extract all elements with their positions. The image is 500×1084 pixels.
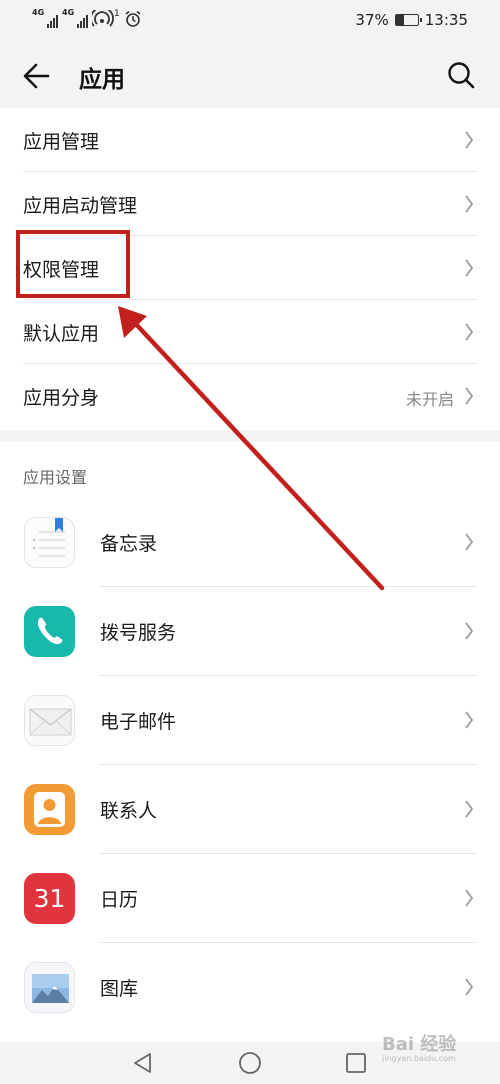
app-settings-list: 应用设置 备忘录 拨号服务 电子邮件 联系人 31 日历 图库 xyxy=(0,442,500,1042)
hotspot-count: 1 xyxy=(114,9,120,19)
menu-item-app-twin[interactable]: 应用分身 未开启 xyxy=(0,364,500,428)
signal-icon: 4G xyxy=(32,8,58,28)
chevron-right-icon xyxy=(465,622,474,640)
chevron-right-icon xyxy=(465,978,474,996)
menu-item-label: 应用分身 xyxy=(23,387,100,409)
app-name: 备忘录 xyxy=(100,533,158,555)
watermark-text: Bai 经验 xyxy=(382,1034,457,1055)
chevron-right-icon xyxy=(465,889,474,907)
network-type-label: 4G xyxy=(32,8,45,17)
menu-item-default-apps[interactable]: 默认应用 xyxy=(0,300,500,364)
watermark: Bai 经验 jingyan.baidu.com xyxy=(382,1030,456,1063)
chevron-right-icon xyxy=(465,195,474,213)
gallery-icon xyxy=(24,962,75,1013)
contact-icon xyxy=(24,784,75,835)
status-bar: 4G 4G 1 37% 13:35 xyxy=(0,0,500,42)
battery-icon xyxy=(394,14,422,26)
app-row-calendar[interactable]: 31 日历 xyxy=(0,854,500,943)
app-row-gallery[interactable]: 图库 xyxy=(0,943,500,1032)
menu-item-startup-management[interactable]: 应用启动管理 xyxy=(0,172,500,236)
app-row-contacts[interactable]: 联系人 xyxy=(0,765,500,854)
app-name: 电子邮件 xyxy=(100,711,177,733)
phone-icon xyxy=(24,606,75,657)
envelope-icon xyxy=(24,695,75,746)
app-name: 图库 xyxy=(100,978,139,1000)
signal-icon-2: 4G xyxy=(62,8,88,28)
app-row-email[interactable]: 电子邮件 xyxy=(0,676,500,765)
highlight-box xyxy=(16,230,130,298)
page-title: 应用 xyxy=(79,67,125,93)
chevron-right-icon xyxy=(465,387,474,405)
section-header: 应用设置 xyxy=(23,468,88,487)
chevron-right-icon xyxy=(465,131,474,149)
chevron-right-icon xyxy=(465,323,474,341)
app-name: 拨号服务 xyxy=(100,622,177,644)
clock: 13:35 xyxy=(424,11,468,29)
app-row-phone[interactable]: 拨号服务 xyxy=(0,587,500,676)
app-row-notepad[interactable]: 备忘录 xyxy=(0,498,500,587)
menu-item-label: 默认应用 xyxy=(23,323,100,345)
calendar-icon: 31 xyxy=(24,873,75,924)
search-button[interactable] xyxy=(442,56,482,96)
chevron-right-icon xyxy=(465,800,474,818)
square-recents-icon xyxy=(346,1053,366,1073)
menu-item-label: 应用启动管理 xyxy=(23,195,138,217)
chevron-right-icon xyxy=(465,533,474,551)
chevron-right-icon xyxy=(465,711,474,729)
menu-item-app-management[interactable]: 应用管理 xyxy=(0,108,500,172)
search-icon xyxy=(448,62,475,89)
hotspot-icon xyxy=(92,10,114,27)
alarm-icon xyxy=(125,10,141,27)
chevron-right-icon xyxy=(465,259,474,277)
nav-back-button[interactable] xyxy=(128,1048,158,1078)
notepad-icon xyxy=(24,517,75,568)
status-icons-left: 4G 4G 1 xyxy=(32,8,142,28)
back-button[interactable] xyxy=(18,56,58,96)
menu-item-status: 未开启 xyxy=(405,390,454,409)
menu-item-label: 应用管理 xyxy=(23,131,100,153)
nav-recents-button[interactable] xyxy=(341,1048,371,1078)
app-bar: 应用 xyxy=(0,42,500,108)
status-icons-right: 37% 13:35 xyxy=(355,11,468,29)
network-type-label-2: 4G xyxy=(62,8,75,17)
battery-percentage: 37% xyxy=(355,11,389,29)
circle-home-icon xyxy=(239,1052,261,1074)
app-name: 联系人 xyxy=(100,800,158,822)
triangle-back-icon xyxy=(134,1053,151,1073)
calendar-icon-date: 31 xyxy=(33,884,66,913)
arrow-left-icon xyxy=(23,63,50,89)
watermark-subtext: jingyan.baidu.com xyxy=(382,1054,456,1063)
app-name: 日历 xyxy=(100,889,139,911)
nav-home-button[interactable] xyxy=(235,1048,265,1078)
